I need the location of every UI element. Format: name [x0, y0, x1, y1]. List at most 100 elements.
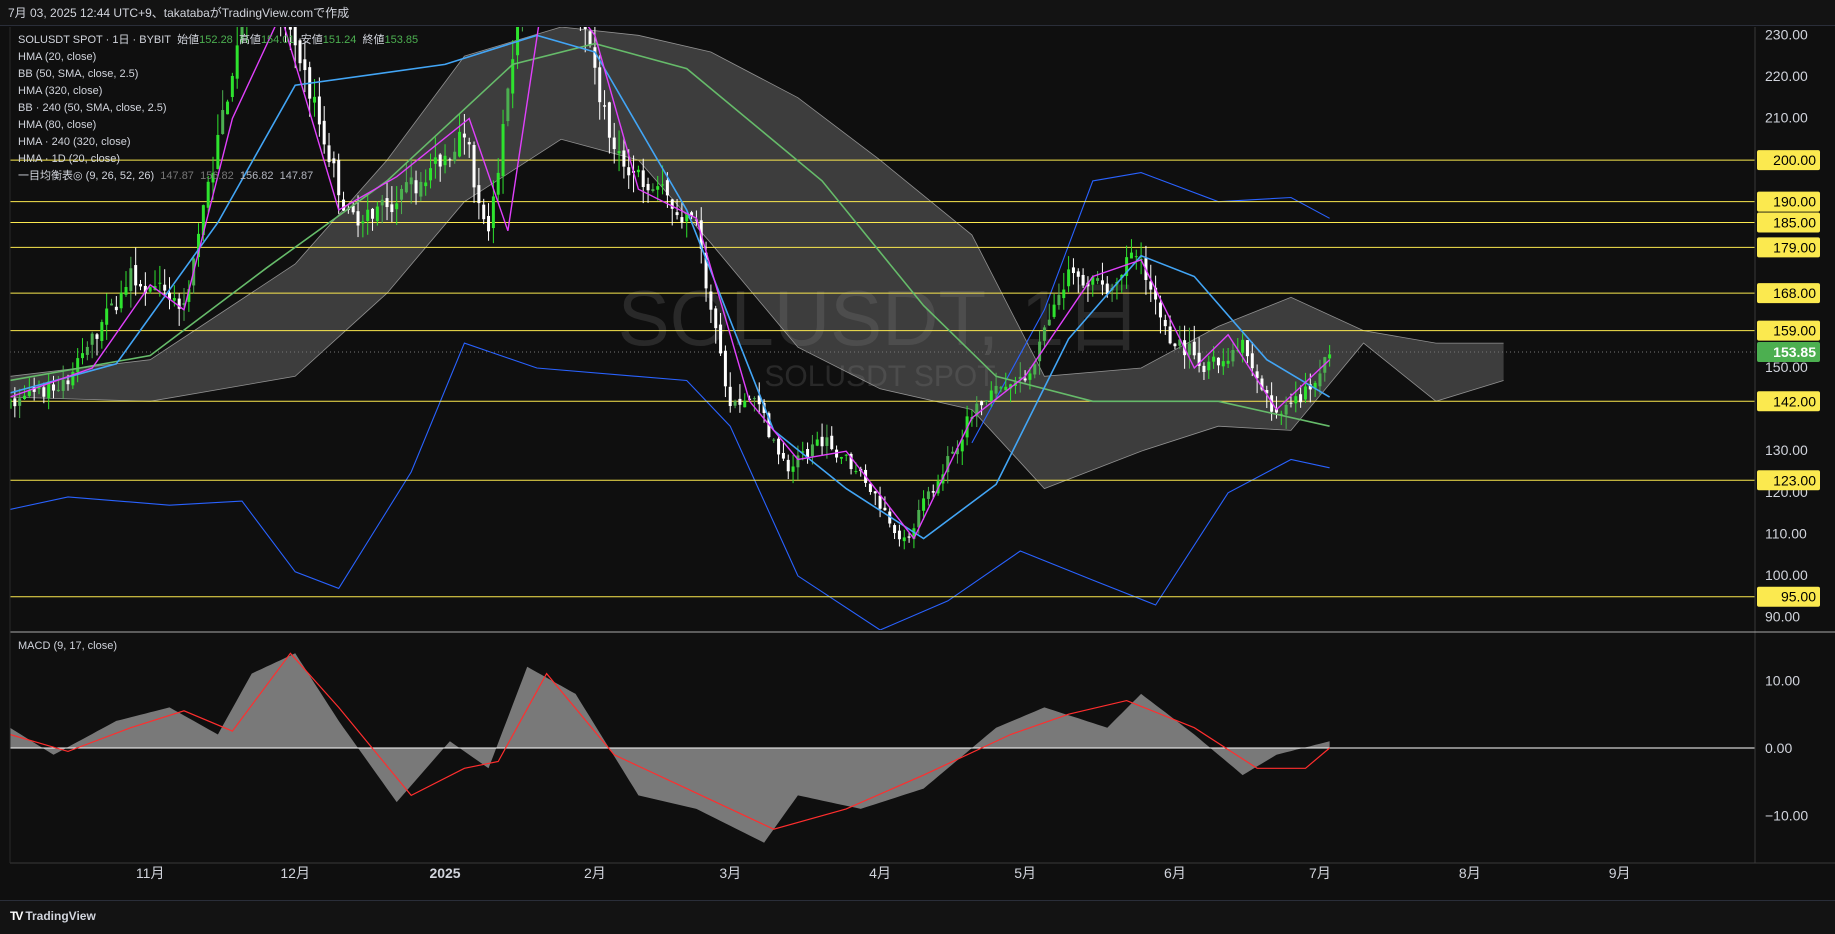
- candle-body[interactable]: [90, 333, 94, 345]
- candle-body[interactable]: [158, 282, 162, 284]
- candle-body[interactable]: [733, 401, 737, 406]
- candle-body[interactable]: [361, 221, 365, 224]
- candle-body[interactable]: [1212, 356, 1216, 362]
- candle-body[interactable]: [516, 17, 520, 56]
- candle-body[interactable]: [491, 196, 495, 229]
- candle-body[interactable]: [723, 350, 727, 387]
- candle-body[interactable]: [902, 537, 906, 542]
- candle-body[interactable]: [371, 208, 375, 219]
- candle-body[interactable]: [1076, 271, 1080, 277]
- candle-body[interactable]: [839, 457, 843, 459]
- candle-body[interactable]: [1158, 302, 1162, 318]
- candle-body[interactable]: [288, 25, 292, 30]
- candle-body[interactable]: [781, 452, 785, 459]
- candle-body[interactable]: [395, 203, 399, 210]
- candle-body[interactable]: [18, 398, 22, 406]
- candle-body[interactable]: [139, 283, 143, 287]
- candle-body[interactable]: [438, 154, 442, 167]
- candle-body[interactable]: [453, 151, 457, 162]
- candle-body[interactable]: [1023, 378, 1027, 381]
- candle-body[interactable]: [356, 211, 360, 226]
- candle-body[interactable]: [148, 287, 152, 292]
- candle-body[interactable]: [472, 145, 476, 188]
- candle-body[interactable]: [501, 124, 505, 177]
- candle-body[interactable]: [85, 346, 89, 355]
- candle-body[interactable]: [598, 67, 602, 103]
- candle-body[interactable]: [603, 105, 607, 107]
- candle-body[interactable]: [95, 334, 99, 339]
- candle-body[interactable]: [13, 398, 17, 407]
- candle-body[interactable]: [820, 436, 824, 447]
- candle-body[interactable]: [738, 398, 742, 405]
- candle-body[interactable]: [1318, 373, 1322, 387]
- legend-indicator[interactable]: HMA · 1D (20, close): [18, 151, 418, 168]
- candle-body[interactable]: [583, 13, 587, 30]
- candle-body[interactable]: [42, 387, 46, 397]
- candle-body[interactable]: [1294, 396, 1298, 404]
- candle-body[interactable]: [375, 206, 379, 222]
- candle-body[interactable]: [641, 170, 645, 188]
- candle-body[interactable]: [926, 491, 930, 499]
- candle-body[interactable]: [129, 268, 133, 291]
- candle-body[interactable]: [390, 204, 394, 213]
- legend-indicator[interactable]: HMA · 240 (320, close): [18, 134, 418, 151]
- candle-body[interactable]: [984, 400, 988, 402]
- candle-body[interactable]: [1216, 357, 1220, 366]
- candle-body[interactable]: [521, 0, 524, 18]
- candle-body[interactable]: [873, 491, 877, 494]
- candle-body[interactable]: [424, 182, 428, 187]
- macd-legend[interactable]: MACD (9, 17, close): [18, 640, 117, 652]
- candle-body[interactable]: [284, 24, 287, 26]
- candle-body[interactable]: [66, 380, 70, 385]
- candle-body[interactable]: [1241, 339, 1245, 353]
- candle-body[interactable]: [1289, 402, 1293, 404]
- candle-body[interactable]: [709, 291, 713, 310]
- candle-body[interactable]: [656, 186, 660, 190]
- candle-body[interactable]: [119, 292, 123, 309]
- candle-body[interactable]: [907, 536, 911, 538]
- candle-body[interactable]: [897, 530, 901, 540]
- candle-body[interactable]: [651, 189, 655, 191]
- candle-body[interactable]: [1042, 327, 1046, 341]
- candle-body[interactable]: [380, 199, 384, 206]
- candle-body[interactable]: [922, 498, 926, 511]
- candle-body[interactable]: [110, 303, 114, 306]
- candle-body[interactable]: [1221, 361, 1225, 367]
- candle-body[interactable]: [636, 169, 640, 173]
- candle-body[interactable]: [665, 180, 669, 196]
- candle-body[interactable]: [989, 390, 993, 401]
- candle-body[interactable]: [1129, 252, 1133, 259]
- candle-body[interactable]: [1187, 343, 1191, 355]
- candle-body[interactable]: [1284, 404, 1288, 415]
- candle-body[interactable]: [482, 204, 486, 220]
- candle-body[interactable]: [100, 322, 104, 341]
- candle-body[interactable]: [588, 31, 592, 46]
- candle-body[interactable]: [366, 209, 370, 221]
- legend-indicator[interactable]: HMA (20, close): [18, 49, 418, 66]
- candle-body[interactable]: [81, 353, 85, 359]
- legend-indicator[interactable]: BB (50, SMA, close, 2.5): [18, 66, 418, 83]
- candle-body[interactable]: [1033, 364, 1037, 375]
- candle-body[interactable]: [675, 212, 679, 216]
- candle-body[interactable]: [477, 185, 481, 204]
- candle-body[interactable]: [1028, 373, 1032, 380]
- candle-body[interactable]: [772, 439, 776, 441]
- candle-body[interactable]: [1081, 274, 1085, 286]
- candle-body[interactable]: [245, 0, 248, 20]
- candle-body[interactable]: [206, 181, 210, 208]
- legend-indicator[interactable]: HMA (80, close): [18, 117, 418, 134]
- candle-body[interactable]: [883, 507, 887, 511]
- candle-body[interactable]: [1163, 319, 1167, 327]
- candle-body[interactable]: [429, 168, 433, 181]
- candle-body[interactable]: [52, 384, 56, 391]
- candle-body[interactable]: [76, 358, 80, 373]
- candle-body[interactable]: [791, 466, 795, 472]
- candle-body[interactable]: [617, 151, 621, 154]
- candle-body[interactable]: [999, 387, 1003, 389]
- candle-body[interactable]: [279, 0, 282, 24]
- candle-body[interactable]: [448, 159, 452, 161]
- candle-body[interactable]: [385, 198, 389, 208]
- candle-body[interactable]: [1096, 278, 1100, 281]
- candle-body[interactable]: [487, 215, 491, 232]
- legend-indicator[interactable]: BB · 240 (50, SMA, close, 2.5): [18, 100, 418, 117]
